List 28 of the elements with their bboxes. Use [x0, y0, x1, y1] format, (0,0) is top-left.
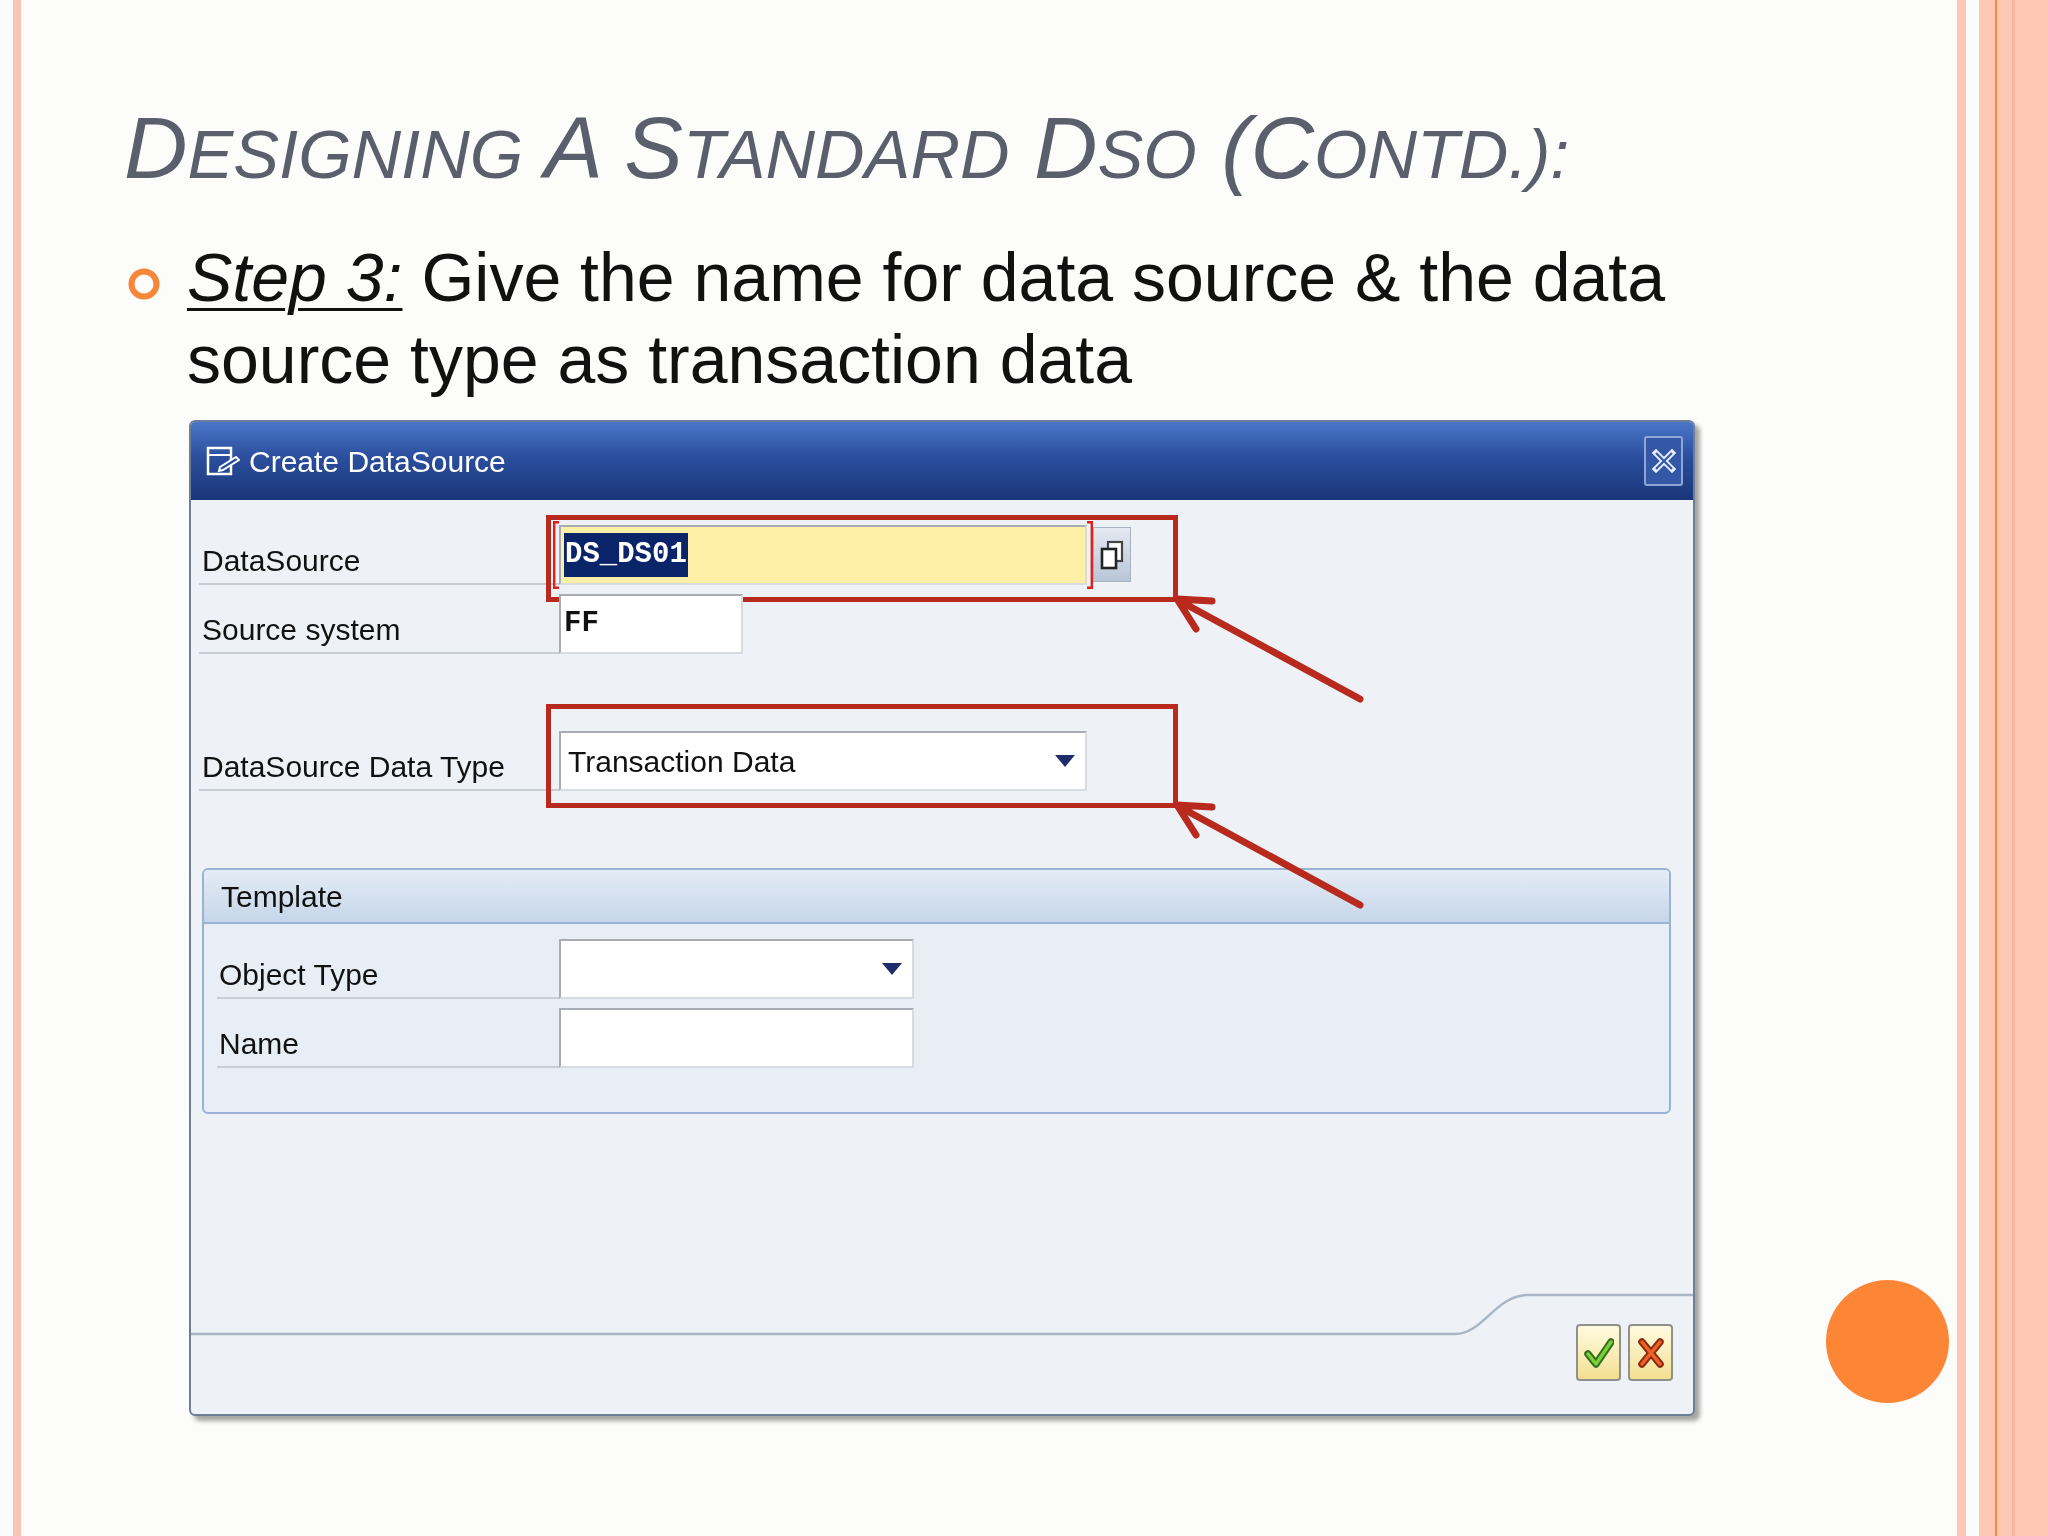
edit-icon	[206, 446, 240, 477]
input-field[interactable]: FF	[559, 594, 743, 655]
bracket-icon	[1087, 521, 1093, 590]
field-label: Source system	[202, 612, 401, 646]
instruction-text: Step 3: Give the name for data source & the data source type as transaction data	[187, 238, 1666, 400]
dialog-title: Create DataSource	[249, 443, 506, 480]
caret-icon	[1055, 755, 1075, 768]
caret-icon	[882, 963, 902, 976]
group-title: Template	[221, 878, 343, 915]
value-help-button[interactable]	[1093, 527, 1131, 583]
input-field[interactable]: DS_DS01	[559, 525, 1087, 586]
cancel-button[interactable]	[1628, 1324, 1673, 1382]
ring-icon	[128, 268, 160, 301]
cross-icon	[1635, 1336, 1666, 1369]
confirm-button[interactable]	[1576, 1324, 1621, 1382]
dropdown-field[interactable]	[559, 939, 914, 1000]
close-button[interactable]	[1644, 436, 1683, 487]
copy-icon	[1100, 539, 1124, 570]
field-label: Name	[219, 1026, 300, 1060]
field-label: Object Type	[219, 957, 379, 991]
bracket-icon	[553, 521, 559, 590]
slide-title: DESIGNING A STANDARD DSO (CONTD.):	[124, 97, 1570, 199]
check-icon	[1583, 1336, 1614, 1369]
dropdown-field[interactable]: Transaction Data	[559, 731, 1087, 792]
input-field[interactable]	[559, 1008, 914, 1069]
field-label: DataSource Data Type	[202, 749, 505, 783]
close-icon	[1651, 449, 1676, 474]
field-label: DataSource	[202, 543, 361, 577]
